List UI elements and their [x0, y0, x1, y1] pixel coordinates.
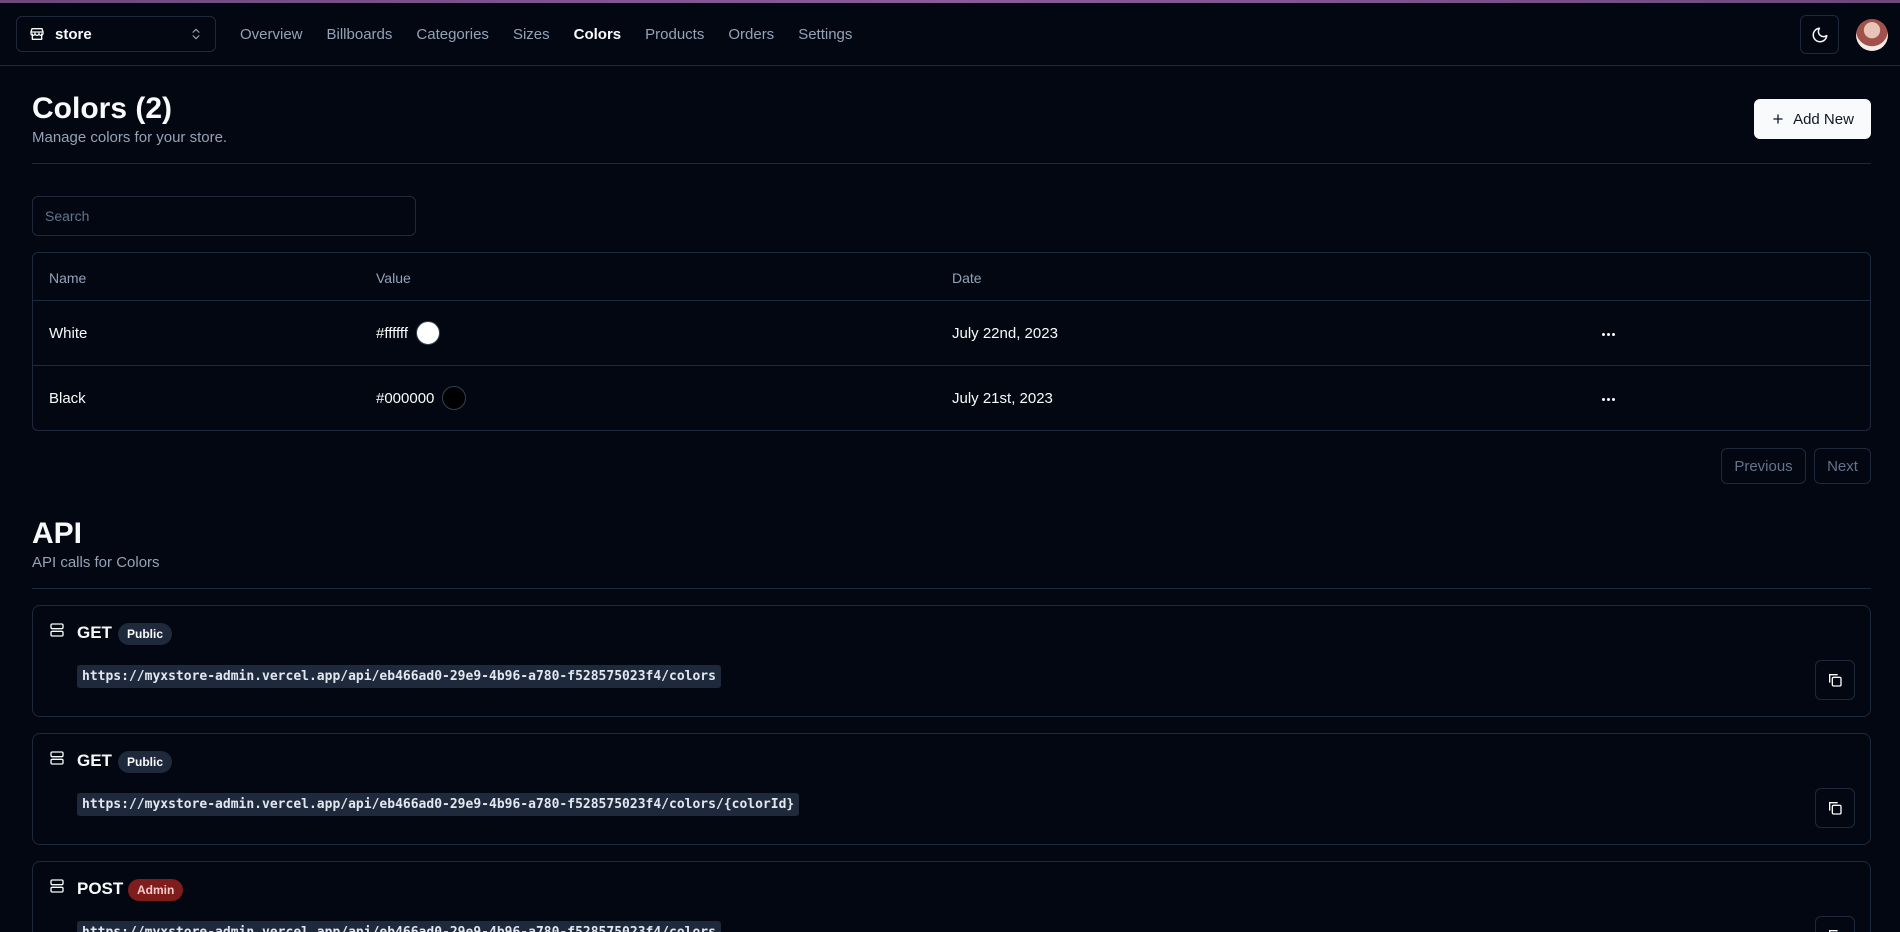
api-endpoint-card: GET Public https://myxstore-admin.vercel… [32, 733, 1871, 845]
column-name: Name [49, 270, 87, 286]
public-badge: Public [118, 623, 173, 645]
previous-page-button[interactable]: Previous [1721, 448, 1806, 484]
api-section-description: API calls for Colors [32, 554, 160, 571]
copy-icon [1829, 674, 1842, 687]
copy-button[interactable] [1815, 916, 1855, 932]
api-endpoint-card: GET Public https://myxstore-admin.vercel… [32, 605, 1871, 717]
color-value: #000000 [376, 389, 435, 407]
store-switcher[interactable]: store [16, 16, 216, 52]
nav-categories[interactable]: Categories [416, 26, 489, 43]
api-method: GET [77, 623, 112, 642]
store-icon [30, 28, 44, 40]
store-name: store [55, 25, 92, 43]
api-method: GET [77, 751, 112, 770]
color-date: July 21st, 2023 [952, 390, 1053, 407]
nav-overview[interactable]: Overview [240, 26, 303, 43]
theme-toggle-button[interactable] [1800, 15, 1839, 54]
api-section-title: API [32, 517, 83, 550]
row-actions-button[interactable] [1596, 387, 1620, 411]
table-row: White #ffffff July 22nd, 2023 [33, 301, 1870, 366]
api-divider [32, 588, 1871, 589]
moon-icon [1812, 27, 1827, 42]
color-swatch [442, 386, 467, 410]
color-value-cell: #ffffff [376, 321, 440, 345]
color-name: White [49, 325, 88, 342]
server-icon [50, 751, 64, 765]
more-icon [1601, 332, 1605, 336]
column-date: Date [952, 270, 982, 286]
api-endpoint-card: POST Admin https://myxstore-admin.vercel… [32, 861, 1871, 932]
admin-badge: Admin [128, 879, 184, 901]
more-icon [1601, 397, 1605, 401]
server-icon [50, 623, 64, 637]
next-page-button[interactable]: Next [1814, 448, 1871, 484]
add-new-button[interactable]: Add New [1754, 99, 1871, 139]
chevrons-up-down-icon [192, 28, 200, 40]
color-value: #ffffff [376, 324, 408, 342]
nav-colors[interactable]: Colors [574, 26, 622, 43]
table-header: Name Value Date [33, 253, 1870, 301]
color-swatch [416, 321, 440, 345]
color-value-cell: #000000 [376, 386, 467, 410]
api-url: https://myxstore-admin.vercel.app/api/eb… [77, 921, 721, 932]
color-name: Black [49, 390, 86, 407]
nav-sizes[interactable]: Sizes [513, 26, 550, 43]
copy-icon [1829, 930, 1838, 932]
nav-billboards[interactable]: Billboards [327, 26, 393, 43]
colors-table: Name Value Date White #ffffff July 22nd,… [32, 252, 1871, 431]
table-row: Black #000000 July 21st, 2023 [33, 366, 1870, 431]
add-new-label: Add New [1793, 110, 1854, 128]
nav-orders[interactable]: Orders [728, 26, 774, 43]
user-avatar[interactable] [1856, 19, 1888, 51]
plus-icon [1773, 114, 1783, 124]
row-actions-button[interactable] [1596, 322, 1620, 346]
main-nav: Overview Billboards Categories Sizes Col… [240, 3, 852, 66]
top-navbar: store Overview Billboards Categories Siz… [0, 3, 1900, 66]
api-url: https://myxstore-admin.vercel.app/api/eb… [77, 793, 800, 816]
public-badge: Public [118, 751, 173, 773]
copy-button[interactable] [1815, 788, 1855, 828]
nav-settings[interactable]: Settings [798, 26, 852, 43]
nav-products[interactable]: Products [645, 26, 704, 43]
copy-button[interactable] [1815, 660, 1855, 700]
server-icon [50, 879, 64, 893]
api-method: POST [77, 879, 124, 898]
heading-divider [32, 163, 1871, 164]
page-title: Colors (2) [32, 92, 173, 125]
column-value: Value [376, 270, 411, 286]
search-input[interactable] [32, 196, 416, 236]
api-url: https://myxstore-admin.vercel.app/api/eb… [77, 665, 721, 688]
copy-icon [1829, 802, 1842, 815]
color-date: July 22nd, 2023 [952, 325, 1058, 342]
page-description: Manage colors for your store. [32, 129, 228, 146]
